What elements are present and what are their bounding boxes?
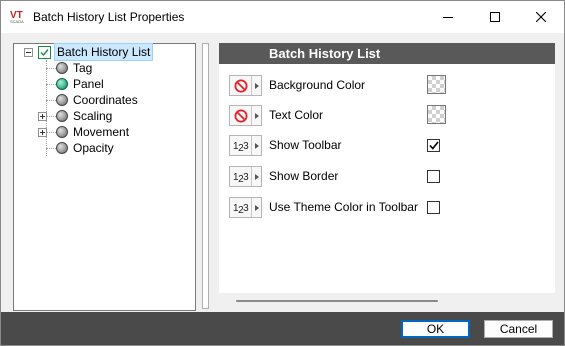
grey-ball-icon — [56, 94, 68, 106]
dropdown-arrow-icon — [251, 76, 261, 95]
cancel-button[interactable]: Cancel — [484, 320, 553, 338]
tree-item-label: Batch History List — [54, 43, 154, 61]
property-panel: Batch History List Background Color Text… — [219, 43, 555, 309]
show-toolbar-checkbox[interactable] — [427, 139, 440, 152]
dialog-client-area: Batch History List Tag Panel Coordinates… — [1, 33, 564, 312]
properties-dialog: VT SCADA Batch History List Properties B… — [0, 0, 565, 346]
property-panel-title: Batch History List — [269, 46, 381, 61]
ok-button[interactable]: OK — [401, 320, 470, 338]
collapse-icon[interactable] — [24, 48, 33, 57]
horizontal-scrollbar[interactable] — [219, 293, 555, 309]
tree-item-tag[interactable]: Tag — [56, 60, 94, 76]
scrollbar-thumb[interactable] — [236, 300, 438, 302]
no-link-icon — [234, 109, 248, 122]
dropdown-arrow-icon — [251, 198, 261, 217]
tree-item-label: Movement — [73, 125, 130, 139]
tree-connector-line — [46, 148, 56, 149]
tree-connector-line — [46, 68, 56, 69]
property-row-background-color: Background Color — [219, 73, 555, 97]
link-mode-button[interactable]: 123 — [229, 197, 262, 218]
color-swatch[interactable] — [427, 105, 446, 124]
grey-ball-icon — [56, 110, 68, 122]
dropdown-arrow-icon — [251, 167, 261, 186]
property-label: Background Color — [269, 78, 366, 92]
minimize-icon — [443, 17, 453, 18]
checkmark-icon — [428, 141, 439, 150]
numeric-icon: 123 — [233, 140, 249, 154]
tree-item-label: Coordinates — [73, 93, 138, 107]
tree-item-movement[interactable]: Movement — [56, 124, 131, 140]
green-ball-icon — [56, 78, 68, 90]
grey-ball-icon — [56, 62, 68, 74]
tree-connector-line — [46, 116, 56, 117]
property-label: Show Border — [269, 169, 339, 183]
link-mode-button[interactable]: 123 — [229, 135, 262, 156]
property-label: Use Theme Color in Toolbar — [269, 200, 418, 214]
title-bar[interactable]: VT SCADA Batch History List Properties — [1, 1, 564, 33]
numeric-icon: 123 — [233, 171, 249, 185]
expand-icon[interactable] — [38, 128, 47, 137]
tree-item-opacity[interactable]: Opacity — [56, 140, 116, 156]
button-bar: OK Cancel — [1, 312, 564, 345]
use-theme-color-checkbox[interactable] — [427, 201, 440, 214]
pane-splitter[interactable] — [202, 43, 209, 309]
grey-ball-icon — [56, 142, 68, 154]
svg-text:SCADA: SCADA — [10, 19, 24, 24]
tree-item-label: Scaling — [73, 109, 113, 123]
tree-connector-line — [46, 100, 56, 101]
property-label: Show Toolbar — [269, 138, 342, 152]
property-tree[interactable]: Batch History List Tag Panel Coordinates… — [13, 43, 196, 311]
tree-item-label: Opacity — [73, 141, 114, 155]
property-row-text-color: Text Color — [219, 103, 555, 127]
tree-item-batch-history-list[interactable]: Batch History List — [38, 43, 154, 61]
show-border-checkbox[interactable] — [427, 170, 440, 183]
tree-item-panel[interactable]: Panel — [56, 76, 106, 92]
batch-list-icon — [38, 45, 51, 59]
property-row-show-border: 123 Show Border — [219, 164, 555, 188]
color-swatch[interactable] — [427, 75, 446, 94]
dropdown-arrow-icon — [251, 106, 261, 125]
dropdown-arrow-icon — [251, 136, 261, 155]
window-title: Batch History List Properties — [33, 10, 185, 24]
maximize-icon — [490, 12, 500, 22]
tree-item-label: Panel — [73, 77, 104, 91]
maximize-button[interactable] — [472, 1, 518, 33]
property-panel-header: Batch History List — [219, 43, 555, 64]
link-mode-button[interactable] — [229, 75, 262, 96]
property-row-use-theme-color: 123 Use Theme Color in Toolbar — [219, 195, 555, 219]
tree-connector-line — [46, 84, 56, 85]
close-icon — [536, 12, 546, 22]
link-mode-button[interactable] — [229, 105, 262, 126]
grey-ball-icon — [56, 126, 68, 138]
minimize-button[interactable] — [425, 1, 471, 33]
tree-connector-line — [46, 132, 56, 133]
tree-item-scaling[interactable]: Scaling — [56, 108, 114, 124]
property-row-show-toolbar: 123 Show Toolbar — [219, 133, 555, 157]
app-logo-icon: VT SCADA — [10, 10, 24, 24]
link-mode-button[interactable]: 123 — [229, 166, 262, 187]
tree-connector-line — [46, 60, 47, 156]
tree-item-label: Tag — [73, 61, 93, 75]
tree-item-coordinates[interactable]: Coordinates — [56, 92, 140, 108]
expand-icon[interactable] — [38, 112, 47, 121]
property-label: Text Color — [269, 108, 324, 122]
no-link-icon — [234, 79, 248, 92]
numeric-icon: 123 — [233, 202, 249, 216]
close-button[interactable] — [518, 1, 564, 33]
